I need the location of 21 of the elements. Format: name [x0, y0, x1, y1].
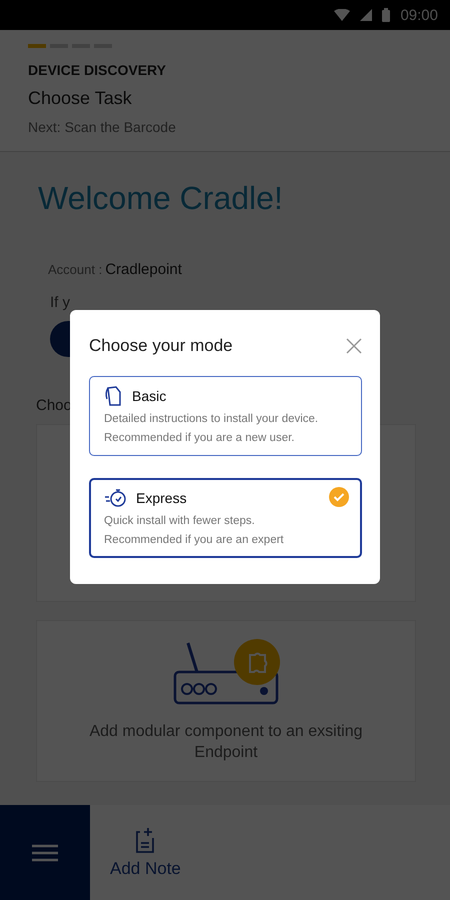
close-button[interactable]: [346, 338, 362, 354]
papers-icon: [104, 385, 124, 407]
page-title: Choose Task: [28, 88, 133, 109]
card-text: Add modular component to an exsiting Endpoint: [88, 722, 364, 763]
wifi-icon: [334, 9, 350, 21]
menu-icon: [32, 844, 58, 862]
mode-option[interactable]: Express Quick install with fewer steps. Recommended if you are an expert: [89, 478, 362, 558]
account-value: Cradlepoint: [105, 261, 182, 278]
welcome-heading: Welcome Cradle!: [38, 180, 284, 217]
close-icon: [346, 338, 362, 354]
battery-icon: [382, 8, 390, 22]
dialog-title: Choose your mode: [89, 336, 233, 356]
info-text: If y: [49, 294, 72, 311]
clock-time: 09:00: [400, 6, 438, 24]
signal-icon: [360, 9, 372, 21]
section-label: DEVICE DISCOVERY: [28, 62, 167, 78]
menu-button[interactable]: [0, 805, 90, 900]
check-icon: [329, 487, 349, 507]
note-add-icon: [134, 826, 156, 852]
mode-option[interactable]: Basic Detailed instructions to install your device. Recommended if you are a new user.: [89, 376, 362, 456]
stopwatch-icon: [104, 487, 128, 509]
